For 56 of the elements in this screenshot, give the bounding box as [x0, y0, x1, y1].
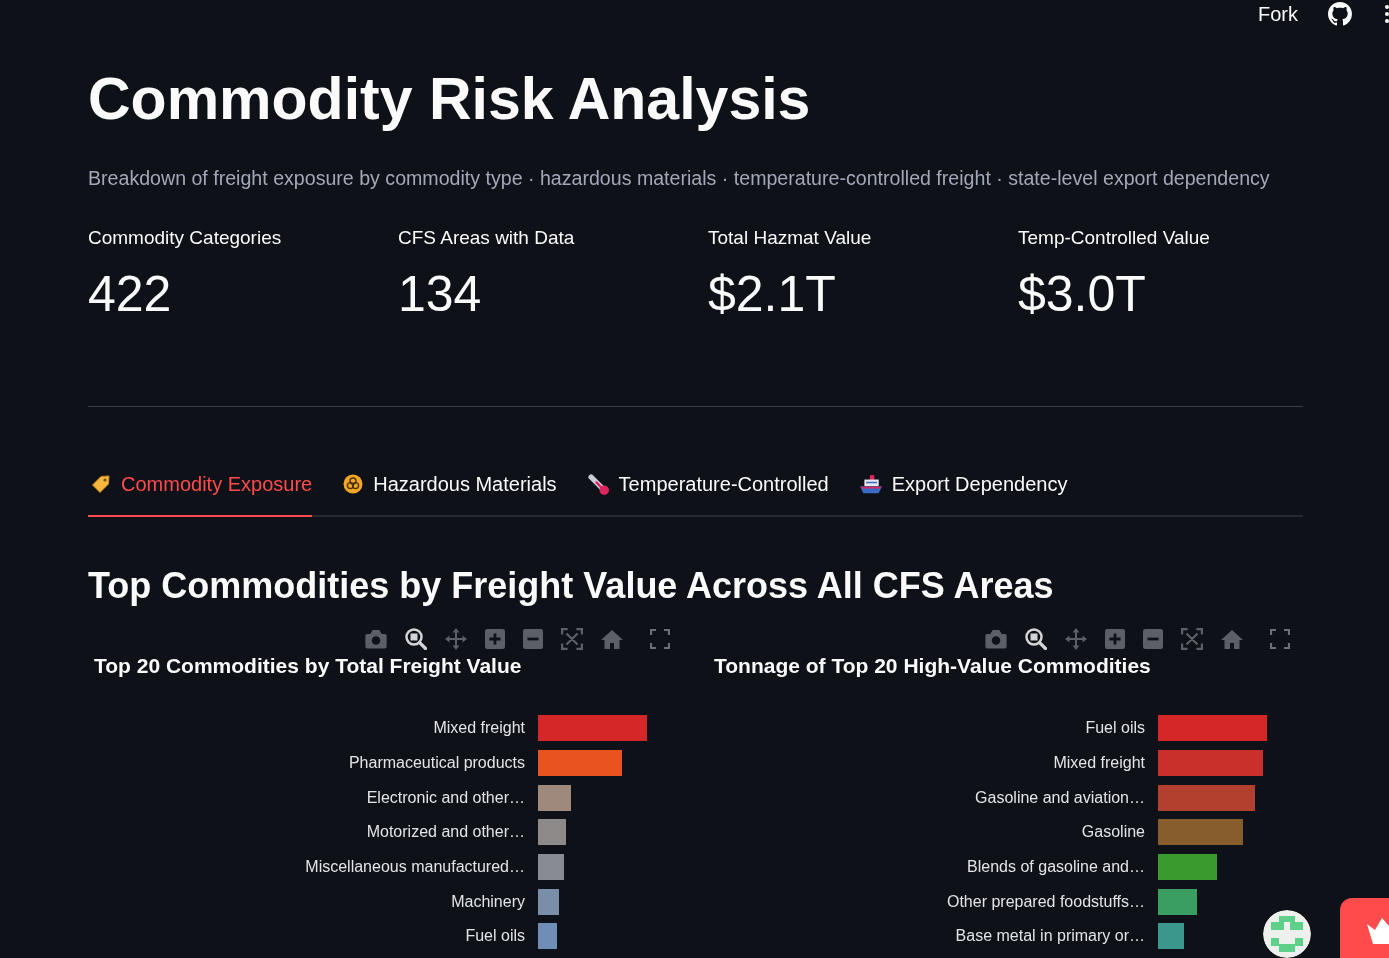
- metric-value: $2.1T: [708, 265, 837, 324]
- zoom-icon[interactable]: [1025, 628, 1047, 650]
- metric-label: CFS Areas with Data: [398, 226, 576, 250]
- bar-label: Blends of gasoline and…: [967, 857, 1145, 878]
- zoom-icon[interactable]: [405, 628, 427, 650]
- biohazard-icon: [343, 474, 364, 494]
- github-icon[interactable]: [1328, 2, 1352, 26]
- bar-label: Gasoline and aviation…: [975, 787, 1145, 808]
- section-title: Top Commodities by Freight Value Across All CFS Areas: [88, 565, 1055, 607]
- chart-title: Top 20 Commodities by Total Freight Value: [94, 653, 522, 679]
- ship-icon: [859, 474, 882, 494]
- thermometer-icon: [587, 473, 609, 495]
- menu-icon[interactable]: [1385, 5, 1389, 23]
- chart-title: Tonnage of Top 20 High-Value Commodities: [714, 653, 1151, 679]
- bar-label: Fuel oils: [465, 926, 525, 947]
- zoom-out-icon[interactable]: [523, 629, 543, 649]
- bar-label: Gasoline: [1081, 822, 1145, 843]
- bar-label: Mixed freight: [1053, 753, 1145, 774]
- bar-label: Electronic and other…: [366, 787, 525, 808]
- metric-value: 134: [398, 265, 483, 324]
- camera-icon[interactable]: [985, 629, 1007, 649]
- camera-icon[interactable]: [365, 629, 387, 649]
- metric-value: 422: [88, 265, 173, 324]
- fork-link[interactable]: Fork: [1258, 1, 1298, 27]
- bar-label: Fuel oils: [1085, 718, 1145, 739]
- fullscreen-icon[interactable]: [650, 629, 670, 649]
- page-title: Commodity Risk Analysis: [88, 65, 812, 134]
- bar-label: Pharmaceutical products: [348, 753, 525, 774]
- page-subtitle: Breakdown of freight exposure by commodity type · hazardous materials · temperature-controlled freight · state-level export dependency: [88, 166, 1271, 191]
- metric-label: Temp-Controlled Value: [1018, 226, 1211, 250]
- tab[interactable]: Commodity Exposure: [88, 471, 313, 517]
- fullscreen-icon[interactable]: [1270, 629, 1290, 649]
- pan-icon[interactable]: [1065, 628, 1087, 650]
- tab[interactable]: Hazardous Materials: [340, 471, 557, 517]
- tab[interactable]: Export Dependency: [856, 471, 1068, 517]
- bar-label: Motorized and other…: [366, 822, 525, 843]
- autoscale-icon[interactable]: [561, 628, 583, 650]
- bar-label: Machinery: [451, 891, 525, 912]
- autoscale-icon[interactable]: [1181, 628, 1203, 650]
- bar-label: Miscellaneous manufactured…: [305, 857, 525, 878]
- metric-label: Commodity Categories: [88, 226, 283, 250]
- home-icon[interactable]: [1221, 629, 1243, 649]
- tag-icon: [91, 474, 111, 494]
- metric-value: $3.0T: [1018, 265, 1147, 324]
- zoom-out-icon[interactable]: [1143, 629, 1163, 649]
- metric-label: Total Hazmat Value: [708, 226, 873, 250]
- home-icon[interactable]: [601, 629, 623, 649]
- tab[interactable]: Temperature-Controlled: [584, 471, 829, 517]
- bar-label: Other prepared foodstuffs…: [946, 891, 1145, 912]
- avatar-icon[interactable]: [1263, 910, 1311, 958]
- crown-badge-icon[interactable]: [1340, 898, 1389, 958]
- bar-label: Mixed freight: [433, 718, 525, 739]
- bar-label: Base metal in primary or…: [955, 926, 1145, 947]
- zoom-in-icon[interactable]: [485, 629, 505, 649]
- pan-icon[interactable]: [445, 628, 467, 650]
- zoom-in-icon[interactable]: [1105, 629, 1125, 649]
